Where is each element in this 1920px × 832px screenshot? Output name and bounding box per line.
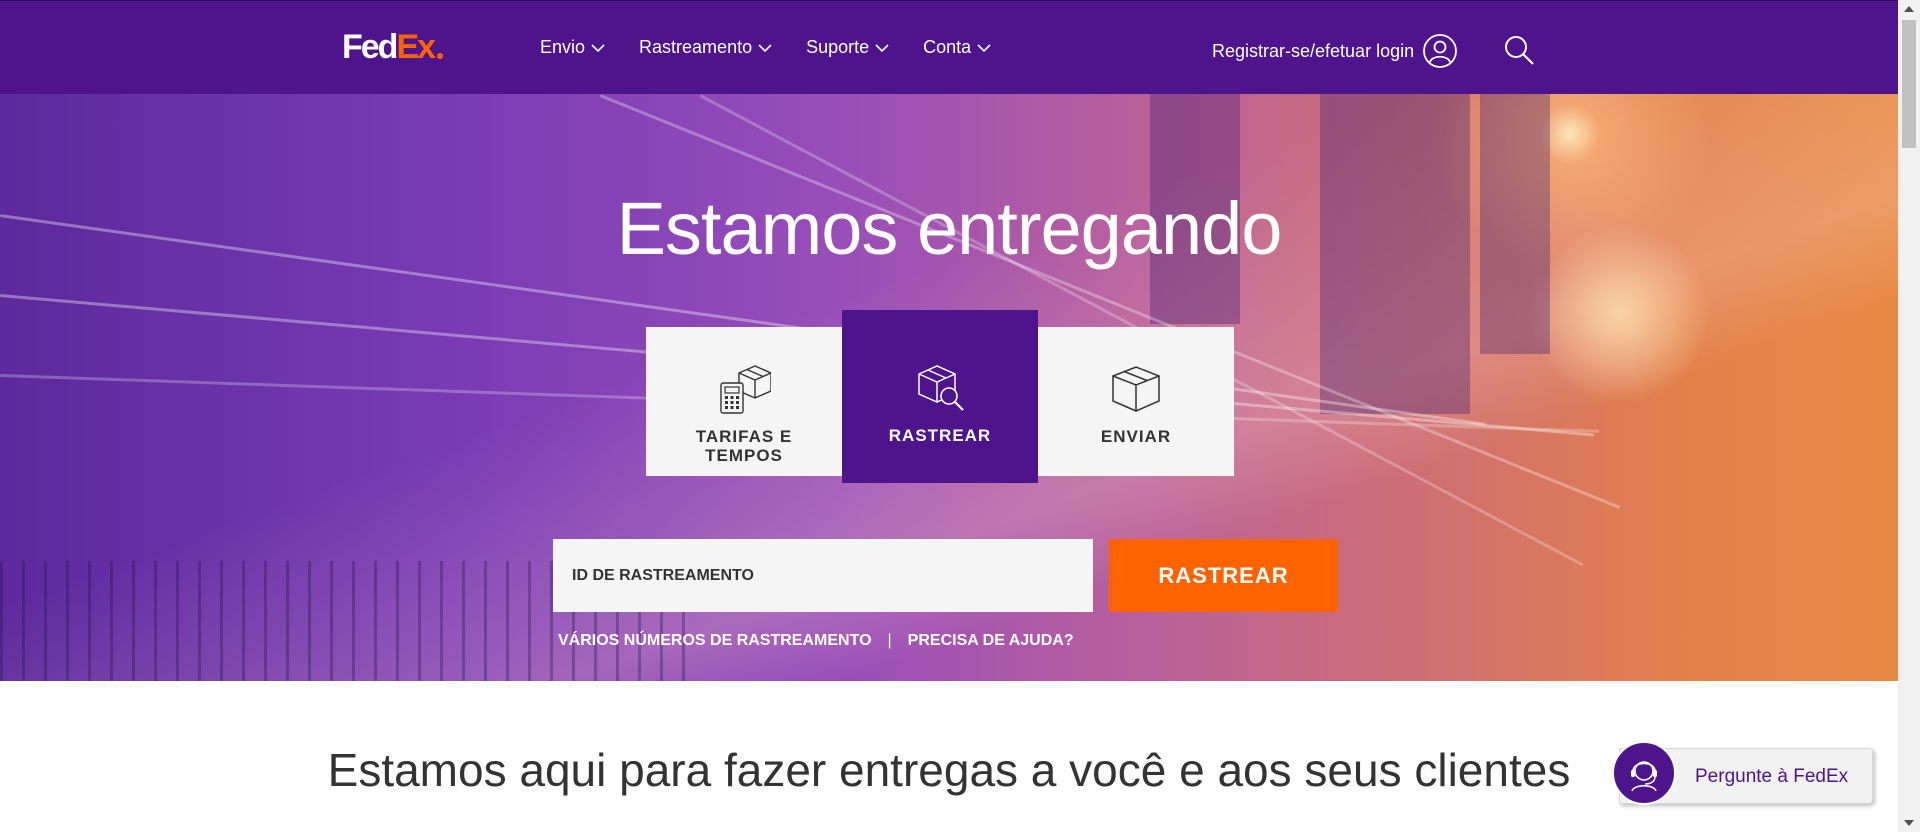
nav-item-conta[interactable]: Conta (923, 37, 991, 58)
link-separator: | (887, 632, 892, 649)
box-magnifier-icon (918, 365, 964, 411)
nav-item-envio[interactable]: Envio (540, 37, 605, 58)
user-icon (1423, 34, 1458, 68)
nav-item-label: Envio (540, 37, 586, 57)
need-help-link[interactable]: PRECISA DE AJUDA? (908, 632, 1074, 650)
chat-label: Pergunte à FedEx (1695, 766, 1849, 787)
login-link[interactable]: Registrar-se/efetuar login (1212, 33, 1458, 69)
nav-item-label: Rastreamento (639, 37, 753, 57)
hero-banner: Estamos entregando TARIFAS E TEMPOS RAST… (0, 94, 1898, 681)
tab-enviar[interactable]: ENVIAR (1038, 327, 1234, 476)
action-tabs: TARIFAS E TEMPOS RASTREAR ENVIAR (646, 310, 1234, 483)
login-label: Registrar-se/efetuar login (1212, 40, 1415, 61)
scroll-down-arrow-icon[interactable] (1904, 820, 1914, 826)
nav-item-rastreamento[interactable]: Rastreamento (639, 37, 772, 58)
tab-rastrear[interactable]: RASTREAR (842, 310, 1038, 483)
scroll-up-arrow-icon[interactable] (1904, 6, 1914, 12)
tracking-help-links: VÁRIOS NÚMEROS DE RASTREAMENTO | PRECISA… (558, 632, 1074, 650)
tab-tarifas-e-tempos[interactable]: TARIFAS E TEMPOS (646, 327, 842, 476)
tab-label: TARIFAS E TEMPOS (695, 427, 793, 465)
tracking-id-input[interactable] (553, 539, 1093, 612)
chevron-down-icon (591, 43, 605, 52)
nav-item-label: Suporte (806, 37, 870, 57)
tab-label: ENVIAR (1100, 427, 1172, 446)
headset-agent-icon (1631, 761, 1657, 792)
logo-fed-text: Fed (342, 28, 398, 66)
chat-avatar (1612, 741, 1676, 805)
scrollbar-thumb[interactable] (1902, 20, 1916, 148)
chevron-down-icon (875, 43, 889, 52)
page-scrollbar[interactable] (1898, 0, 1920, 832)
chevron-down-icon (977, 43, 991, 52)
chevron-down-icon (758, 43, 772, 52)
tab-label: RASTREAR (888, 426, 992, 445)
nav-item-label: Conta (923, 37, 972, 57)
top-navigation-bar: Fed Ex Envio Rastreamento Suporte Conta R… (0, 0, 1898, 94)
fedex-logo[interactable]: Fed Ex (342, 28, 444, 66)
hero-title: Estamos entregando (616, 187, 1283, 270)
box-icon (1112, 366, 1160, 412)
calculator-box-icon (720, 365, 771, 414)
main-nav: Envio Rastreamento Suporte Conta (540, 37, 1025, 58)
logo-dot (437, 53, 444, 59)
nav-item-suporte[interactable]: Suporte (806, 37, 889, 58)
ask-fedex-chat-button[interactable]: Pergunte à FedEx (1612, 741, 1873, 805)
multiple-tracking-numbers-link[interactable]: VÁRIOS NÚMEROS DE RASTREAMENTO (558, 632, 872, 650)
logo-ex-text: Ex (396, 28, 436, 66)
track-button[interactable]: RASTREAR (1109, 539, 1338, 612)
search-icon[interactable] (1502, 33, 1536, 67)
